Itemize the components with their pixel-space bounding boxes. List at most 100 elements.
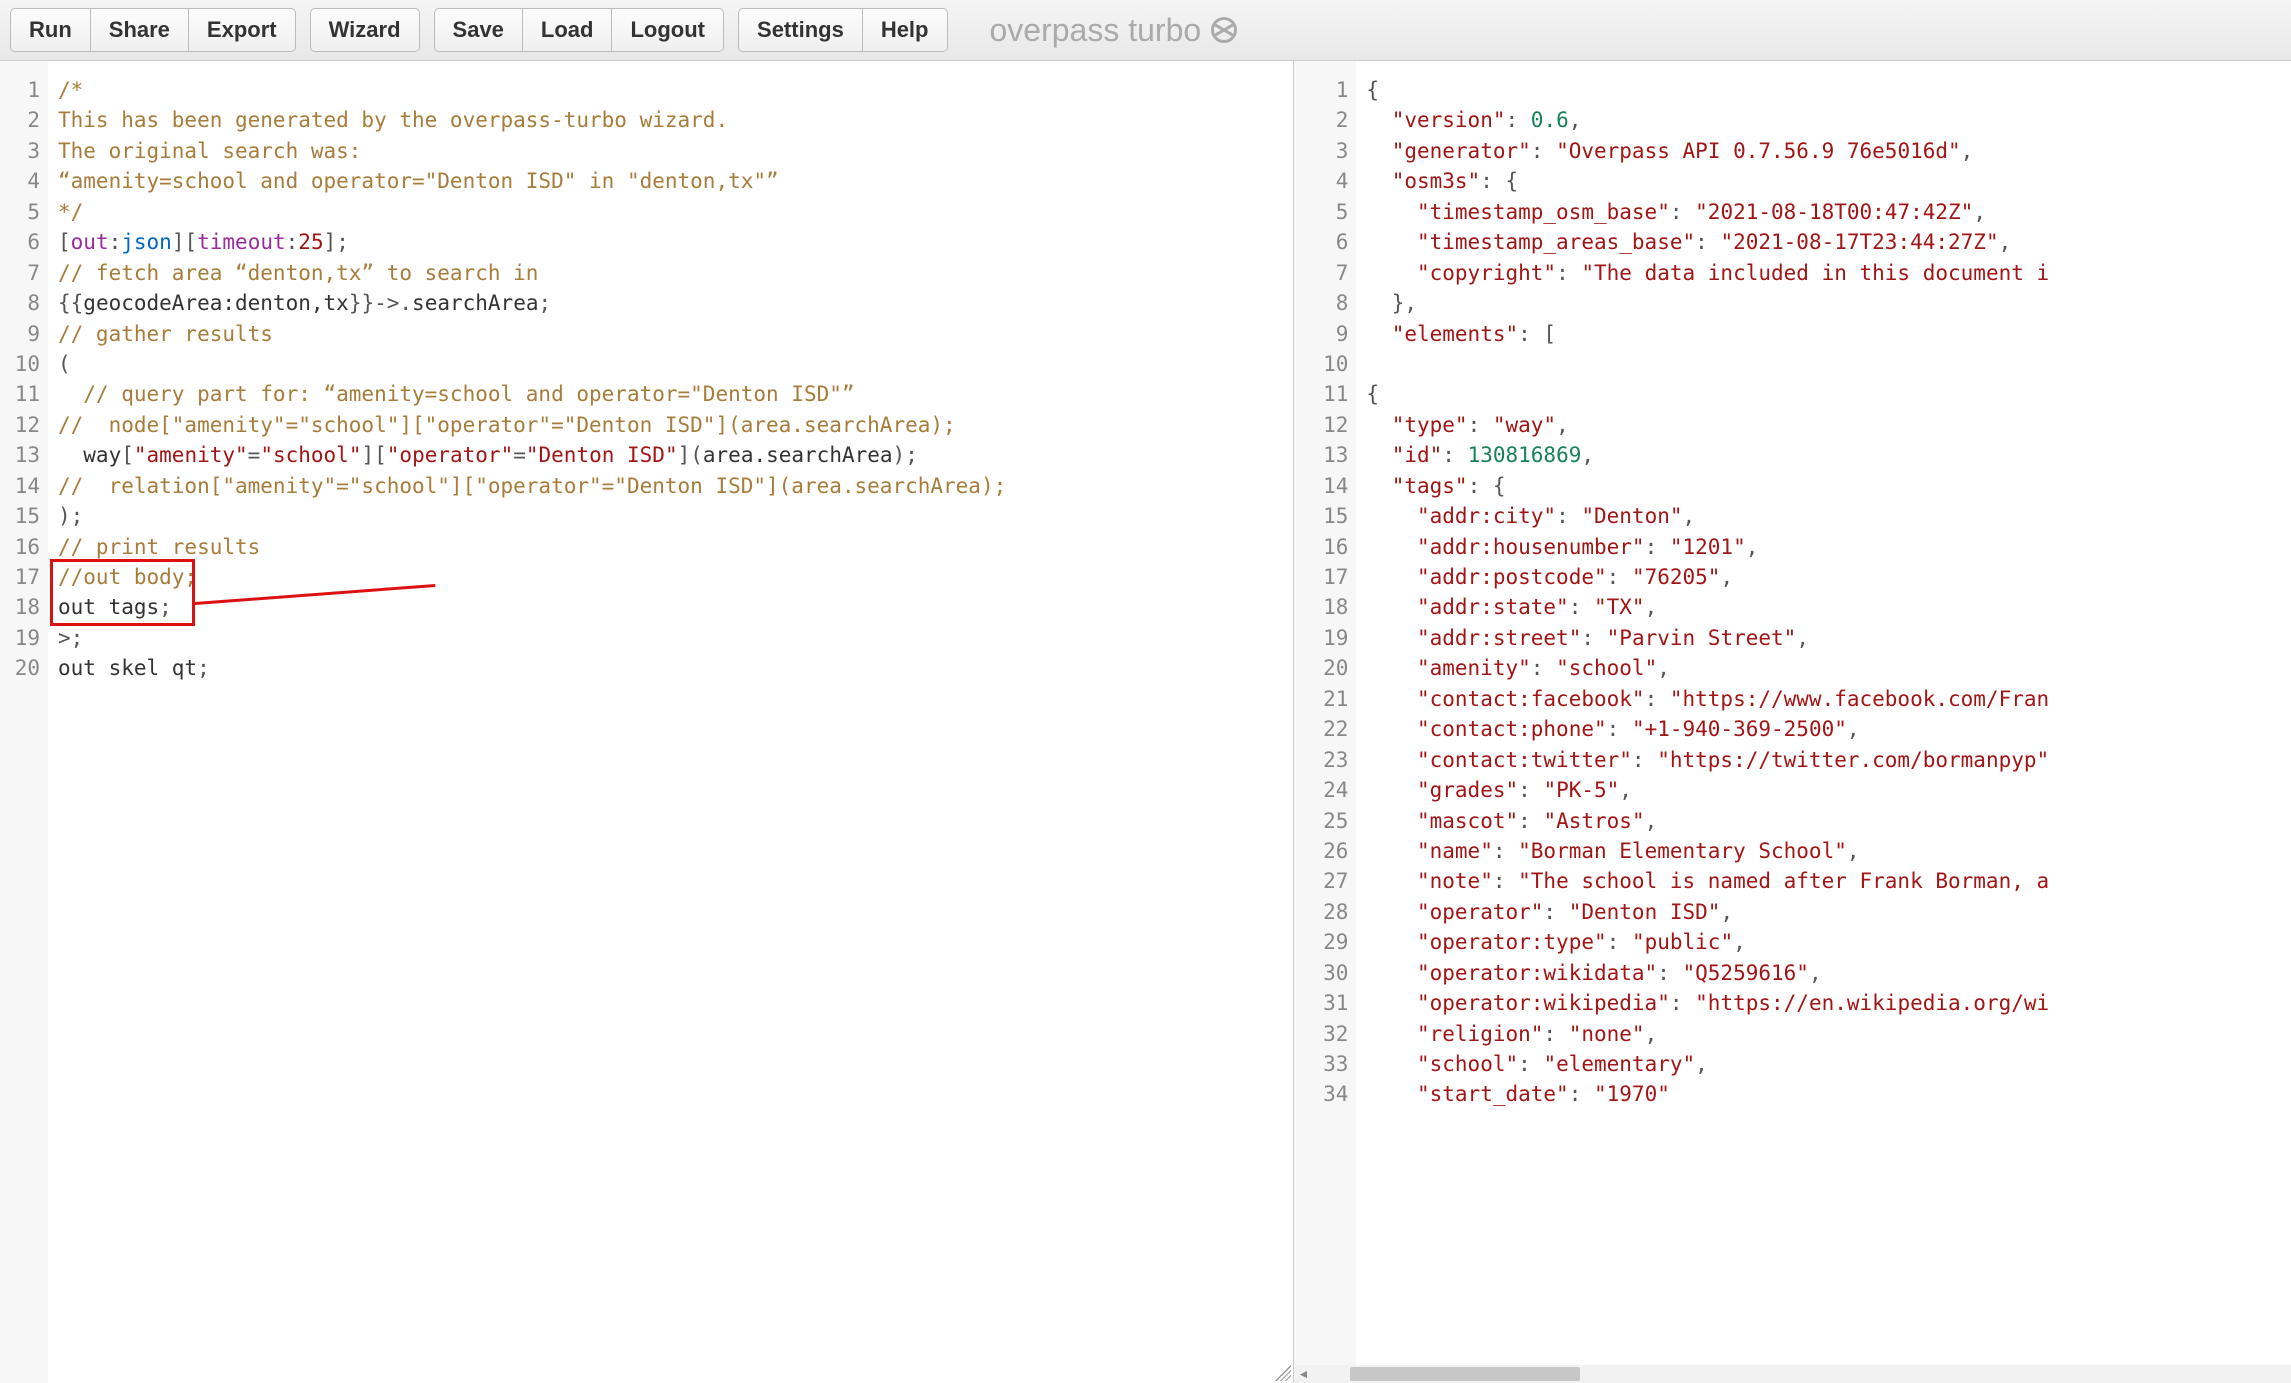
button-group: RunShareExport	[10, 8, 296, 52]
line-number: 19	[1300, 623, 1348, 653]
line-number: 18	[1300, 592, 1348, 622]
line-number: 10	[6, 349, 40, 379]
code-line: out skel qt;	[58, 653, 1283, 683]
line-number: 29	[1300, 927, 1348, 957]
line-number: 17	[1300, 562, 1348, 592]
button-group: SaveLoadLogout	[434, 8, 724, 52]
line-number: 5	[1300, 197, 1348, 227]
scrollbar-track[interactable]	[1312, 1365, 2291, 1383]
line-number: 10	[1300, 349, 1348, 379]
code-line: "school": "elementary",	[1366, 1049, 2281, 1079]
brand-text: overpass turbo	[990, 12, 1202, 49]
share-button[interactable]: Share	[91, 8, 189, 52]
line-number: 4	[6, 166, 40, 196]
line-number: 26	[1300, 836, 1348, 866]
line-number: 16	[1300, 532, 1348, 562]
code-line: "timestamp_areas_base": "2021-08-17T23:4…	[1366, 227, 2281, 257]
code-line: {{geocodeArea:denton,tx}}->.searchArea;	[58, 288, 1283, 318]
code-line: "elements": [	[1366, 319, 2281, 349]
logout-button[interactable]: Logout	[612, 8, 724, 52]
code-line: "id": 130816869,	[1366, 440, 2281, 470]
button-group: Wizard	[310, 8, 420, 52]
code-line: // relation["amenity"="school"]["operato…	[58, 471, 1283, 501]
code-line: //out body;	[58, 562, 1283, 592]
run-button[interactable]: Run	[10, 8, 91, 52]
help-button[interactable]: Help	[863, 8, 948, 52]
line-number: 11	[1300, 379, 1348, 409]
results-pane: 1234567891011121314151617181920212223242…	[1294, 61, 2291, 1383]
code-line: "timestamp_osm_base": "2021-08-18T00:47:…	[1366, 197, 2281, 227]
line-number: 3	[6, 136, 40, 166]
line-number: 8	[1300, 288, 1348, 318]
code-line: "version": 0.6,	[1366, 105, 2281, 135]
line-number: 1	[6, 75, 40, 105]
results-viewer[interactable]: { "version": 0.6, "generator": "Overpass…	[1356, 61, 2291, 1383]
code-line: "contact:twitter": "https://twitter.com/…	[1366, 745, 2281, 775]
code-line: "contact:facebook": "https://www.faceboo…	[1366, 684, 2281, 714]
code-line: // node["amenity"="school"]["operator"="…	[58, 410, 1283, 440]
line-number: 9	[6, 319, 40, 349]
line-number: 3	[1300, 136, 1348, 166]
code-line: "contact:phone": "+1-940-369-2500",	[1366, 714, 2281, 744]
line-number: 22	[1300, 714, 1348, 744]
line-number: 6	[6, 227, 40, 257]
line-number: 9	[1300, 319, 1348, 349]
line-number: 12	[6, 410, 40, 440]
code-line: "note": "The school is named after Frank…	[1366, 866, 2281, 896]
line-number: 19	[6, 623, 40, 653]
horizontal-scrollbar[interactable]: ◄	[1294, 1365, 2291, 1383]
code-line: (	[58, 349, 1283, 379]
scrollbar-thumb[interactable]	[1350, 1367, 1580, 1381]
code-line: "addr:city": "Denton",	[1366, 501, 2281, 531]
query-editor[interactable]: /*This has been generated by the overpas…	[48, 61, 1293, 1383]
code-line: The original search was:	[58, 136, 1283, 166]
line-number: 6	[1300, 227, 1348, 257]
line-number: 31	[1300, 988, 1348, 1018]
load-button[interactable]: Load	[523, 8, 613, 52]
line-number: 33	[1300, 1049, 1348, 1079]
line-number: 24	[1300, 775, 1348, 805]
code-line: */	[58, 197, 1283, 227]
line-number: 12	[1300, 410, 1348, 440]
scroll-left-icon[interactable]: ◄	[1294, 1365, 1312, 1383]
code-line: "grades": "PK-5",	[1366, 775, 2281, 805]
code-line: "operator:wikidata": "Q5259616",	[1366, 958, 2281, 988]
code-line: );	[58, 501, 1283, 531]
line-number: 15	[1300, 501, 1348, 531]
line-gutter-left: 1234567891011121314151617181920	[0, 61, 48, 1383]
code-line: out tags;	[58, 592, 1283, 622]
code-line: "addr:postcode": "76205",	[1366, 562, 2281, 592]
line-number: 8	[6, 288, 40, 318]
button-group: SettingsHelp	[738, 8, 947, 52]
line-number: 25	[1300, 806, 1348, 836]
code-line: // query part for: “amenity=school and o…	[58, 379, 1283, 409]
code-line: "addr:housenumber": "1201",	[1366, 532, 2281, 562]
line-number: 17	[6, 562, 40, 592]
export-button[interactable]: Export	[189, 8, 296, 52]
code-line: "start_date": "1970"	[1366, 1079, 2281, 1109]
code-line: },	[1366, 288, 2281, 318]
code-line	[1366, 349, 2281, 379]
line-number: 2	[1300, 105, 1348, 135]
wizard-button[interactable]: Wizard	[310, 8, 420, 52]
code-line: {	[1366, 75, 2281, 105]
line-number: 13	[1300, 440, 1348, 470]
line-number: 32	[1300, 1019, 1348, 1049]
line-number: 5	[6, 197, 40, 227]
code-line: "generator": "Overpass API 0.7.56.9 76e5…	[1366, 136, 2281, 166]
code-line: "tags": {	[1366, 471, 2281, 501]
toolbar: RunShareExport Wizard SaveLoadLogout Settin…	[0, 0, 2291, 61]
save-button[interactable]: Save	[434, 8, 523, 52]
code-line: "operator:type": "public",	[1366, 927, 2281, 957]
line-number: 20	[1300, 653, 1348, 683]
line-number: 11	[6, 379, 40, 409]
code-line: way["amenity"="school"]["operator"="Dent…	[58, 440, 1283, 470]
code-line: "osm3s": {	[1366, 166, 2281, 196]
line-number: 7	[6, 258, 40, 288]
brand-title: overpass turbo	[990, 12, 1238, 49]
code-line: This has been generated by the overpass-…	[58, 105, 1283, 135]
code-line: /*	[58, 75, 1283, 105]
settings-button[interactable]: Settings	[738, 8, 863, 52]
brand-logo-icon	[1211, 17, 1237, 43]
line-number: 14	[6, 471, 40, 501]
